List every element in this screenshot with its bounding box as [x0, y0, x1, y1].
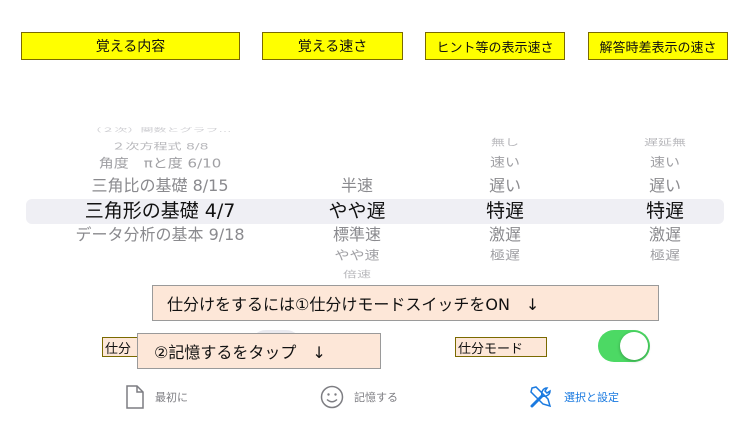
picker-item[interactable]: 倍速	[282, 270, 432, 279]
picker-wheel-content[interactable]: （２次）関数とグラフ… ２次方程式 8/8 角度 πと度 6/10 三角比の基礎…	[20, 120, 300, 280]
picker-item[interactable]: 極遅	[590, 249, 740, 262]
picker-item[interactable]: 極遅	[430, 249, 580, 262]
instruction-tap-memorize: ②記憶するをタップ ↓	[137, 333, 381, 369]
picker-wheel-answer-delay[interactable]: 遅延無 速い 遅い 特遅 激遅 極遅	[590, 120, 740, 280]
picker-item[interactable]: 激遅	[590, 227, 740, 243]
picker-item-selected[interactable]: 特遅	[430, 202, 580, 221]
switch-knob	[620, 332, 648, 360]
header-button-content[interactable]: 覚える内容	[21, 32, 240, 60]
header-button-hint-speed[interactable]: ヒント等の表示速さ	[425, 32, 565, 60]
picker-item[interactable]: （２次）関数とグラフ…	[20, 128, 300, 134]
picker-item[interactable]: 遅い	[430, 178, 580, 194]
tab-memorize[interactable]: 記憶する	[320, 383, 398, 411]
document-icon	[126, 385, 144, 409]
picker-wheel-speed[interactable]: 半速 やや遅 標準速 やや速 倍速	[282, 120, 432, 280]
picker-wheel-hint-speed[interactable]: 無し 速い 遅い 特遅 激遅 極遅	[430, 120, 580, 280]
sort-mode-label: 仕分モード	[455, 337, 547, 357]
picker-item[interactable]: やや速	[282, 249, 432, 262]
picker-item[interactable]: 速い	[590, 156, 740, 169]
tab-first-label: 最初に	[155, 391, 188, 404]
picker-item[interactable]: ２次方程式 8/8	[20, 142, 300, 151]
header-button-answer-delay[interactable]: 解答時差表示の速さ	[588, 32, 728, 60]
picker-item-selected[interactable]: やや遅	[282, 202, 432, 221]
picker-item-selected[interactable]: 三角形の基礎 4/7	[20, 202, 300, 221]
tab-memorize-label: 記憶する	[354, 391, 398, 404]
picker-item[interactable]: 半速	[282, 178, 432, 194]
tab-first[interactable]: 最初に	[125, 383, 188, 411]
picker-item[interactable]: 無し	[430, 138, 580, 147]
picker-item[interactable]: 三角比の基礎 8/15	[20, 178, 300, 194]
picker-item[interactable]: 遅延無	[590, 138, 740, 147]
sort-mode-switch[interactable]	[598, 330, 650, 362]
picker-item[interactable]: 遅い	[590, 178, 740, 194]
picker-item[interactable]: 激遅	[430, 227, 580, 243]
picker-item[interactable]: 標準速	[282, 227, 432, 243]
tab-settings-label: 選択と設定	[564, 391, 619, 404]
sort-label-left: 仕分	[102, 337, 140, 357]
header-button-speed[interactable]: 覚える速さ	[262, 32, 403, 60]
tab-settings[interactable]: 選択と設定	[528, 383, 619, 411]
picker-item[interactable]: 速い	[430, 156, 580, 169]
picker-item[interactable]: 角度 πと度 6/10	[20, 157, 300, 170]
instruction-sort-mode: 仕分けをするには①仕分けモードスイッチをON ↓	[152, 285, 659, 321]
tools-icon	[530, 386, 552, 408]
smiley-icon	[320, 385, 344, 409]
picker-item-selected[interactable]: 特遅	[590, 202, 740, 221]
picker-item[interactable]: データ分析の基本 9/18	[20, 227, 300, 243]
